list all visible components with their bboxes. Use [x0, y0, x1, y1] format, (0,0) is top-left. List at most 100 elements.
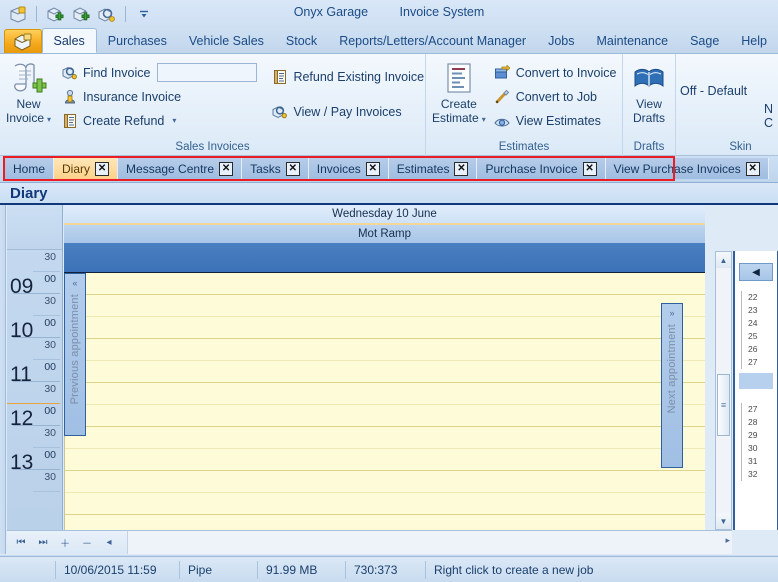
close-icon[interactable]: ✕ — [365, 161, 380, 176]
close-icon[interactable]: ✕ — [454, 161, 469, 176]
time-slot[interactable]: 30 — [7, 294, 62, 316]
insurance-invoice-button[interactable]: Insurance Invoice — [57, 86, 257, 107]
appointment-row[interactable] — [65, 493, 705, 515]
scroll-left-button[interactable]: ◂ — [99, 534, 119, 552]
time-slot[interactable]: 10 00 — [7, 316, 62, 342]
time-slot[interactable]: 30 — [7, 250, 62, 272]
diary-horizontal-scrollbar[interactable]: ▸ — [127, 530, 732, 554]
close-icon[interactable]: ✕ — [219, 161, 234, 176]
week-number[interactable]: 29 — [748, 429, 777, 442]
week-number[interactable]: 30 — [748, 442, 777, 455]
find-invoice-button[interactable]: Find Invoice — [57, 62, 154, 83]
diary-allday-band[interactable] — [64, 243, 705, 273]
last-day-button[interactable]: ⏭ — [33, 534, 53, 552]
ribbon-tab-sales[interactable]: Sales — [41, 28, 97, 53]
previous-appointment-button[interactable]: « Previous appointment — [64, 273, 86, 436]
ribbon-group-estimates: Create Estimate ▾ Convert to Invoice Con… — [425, 54, 622, 156]
diary-resource-header[interactable]: Mot Ramp — [64, 225, 705, 243]
view-pay-invoices-button[interactable]: View / Pay Invoices — [267, 101, 428, 122]
week-panel-selected-row[interactable] — [739, 373, 773, 389]
week-number-group-one: 22 23 24 25 26 27 — [741, 291, 777, 369]
appointment-row[interactable] — [65, 471, 705, 493]
add-day-button[interactable]: ＋ — [55, 534, 75, 552]
document-tab-view-purchase-invoices[interactable]: View Purchase Invoices ✕ — [605, 158, 769, 179]
ribbon-tab-stock[interactable]: Stock — [275, 29, 328, 53]
ribbon-tab-label: Sales — [53, 33, 85, 48]
time-slot[interactable]: 09 00 — [7, 272, 62, 298]
time-slot-current[interactable]: 30 — [7, 382, 62, 404]
refund-existing-invoice-button[interactable]: Refund Existing Invoice — [267, 66, 428, 87]
week-number[interactable]: 28 — [748, 416, 777, 429]
week-number[interactable]: 26 — [748, 343, 777, 356]
appointment-row[interactable] — [65, 449, 705, 471]
current-skin-label[interactable]: Off - Default — [680, 84, 747, 98]
scroll-down-button[interactable]: ▼ — [716, 513, 731, 529]
week-number[interactable]: 22 — [748, 291, 777, 304]
close-icon[interactable]: ✕ — [582, 161, 597, 176]
create-refund-dropdown-caret[interactable]: ▾ — [172, 116, 176, 125]
document-tab-tasks[interactable]: Tasks ✕ — [242, 158, 309, 179]
time-slot[interactable]: 30 — [7, 338, 62, 360]
ribbon-tab-reports-letters-account-manager[interactable]: Reports/Letters/Account Manager — [328, 29, 537, 53]
ribbon-tab-sage[interactable]: Sage — [679, 29, 730, 53]
time-slot[interactable]: 11 00 — [7, 360, 62, 386]
close-icon[interactable]: ✕ — [285, 161, 300, 176]
create-estimate-button[interactable]: Create Estimate ▾ — [432, 58, 486, 127]
ribbon-tab-help[interactable]: Help — [730, 29, 778, 53]
time-slot[interactable]: 12 00 — [7, 404, 62, 430]
appointment-row[interactable] — [65, 427, 705, 449]
new-invoice-dropdown-caret[interactable]: ▾ — [47, 115, 51, 124]
appointment-row[interactable] — [65, 317, 705, 339]
week-number[interactable]: 23 — [748, 304, 777, 317]
week-number[interactable]: 27 — [748, 403, 777, 416]
skin-option-clipped-1[interactable]: N — [764, 102, 773, 116]
week-number[interactable]: 24 — [748, 317, 777, 330]
document-tab-purchase-invoice[interactable]: Purchase Invoice ✕ — [477, 158, 606, 179]
document-tab-invoices[interactable]: Invoices ✕ — [308, 158, 389, 179]
time-slot[interactable]: 30 — [7, 470, 62, 492]
next-appointment-label: Next appointment — [666, 324, 678, 414]
appointment-row[interactable] — [65, 295, 705, 317]
ribbon-tab-maintenance[interactable]: Maintenance — [586, 29, 680, 53]
create-refund-button[interactable]: Create Refund ▾ — [57, 110, 257, 131]
document-tab-diary[interactable]: Diary ✕ — [54, 158, 119, 179]
diary-appointment-area[interactable] — [64, 273, 705, 537]
appointment-row[interactable] — [65, 361, 705, 383]
new-invoice-button[interactable]: New Invoice ▾ — [6, 58, 51, 127]
view-drafts-button[interactable]: View Drafts — [629, 58, 669, 125]
create-estimate-dropdown-caret[interactable]: ▾ — [482, 115, 486, 124]
appointment-row[interactable] — [65, 339, 705, 361]
week-number[interactable]: 31 — [748, 455, 777, 468]
ribbon-tab-vehicle-sales[interactable]: Vehicle Sales — [178, 29, 275, 53]
remove-day-button[interactable]: － — [77, 534, 97, 552]
find-invoice-input[interactable] — [157, 63, 258, 82]
ribbon-tab-purchases[interactable]: Purchases — [97, 29, 178, 53]
scroll-up-button[interactable]: ▲ — [716, 252, 731, 268]
skin-option-clipped-2[interactable]: C — [764, 116, 773, 130]
week-number[interactable]: 25 — [748, 330, 777, 343]
convert-to-invoice-button[interactable]: Convert to Invoice — [490, 62, 621, 83]
close-icon[interactable]: ✕ — [95, 161, 110, 176]
week-panel-prev-button[interactable]: ◀ — [739, 263, 773, 281]
appointment-row[interactable] — [65, 405, 705, 427]
week-number[interactable]: 27 — [748, 356, 777, 369]
close-icon[interactable]: ✕ — [745, 161, 760, 176]
ribbon-tab-jobs[interactable]: Jobs — [537, 29, 585, 53]
appointment-row[interactable] — [65, 273, 705, 295]
vertical-scroll-thumb[interactable]: ≡ — [717, 374, 730, 436]
document-tab-message-centre[interactable]: Message Centre ✕ — [118, 158, 243, 179]
document-tab-estimates[interactable]: Estimates ✕ — [388, 158, 478, 179]
convert-to-job-button[interactable]: Convert to Job — [490, 86, 621, 107]
week-number[interactable]: 32 — [748, 468, 777, 481]
diary-vertical-scrollbar[interactable]: ▲ ≡ ▼ — [715, 251, 732, 530]
first-day-button[interactable]: ⏮ — [11, 534, 31, 552]
appointment-row[interactable] — [65, 383, 705, 405]
document-tab-home[interactable]: Home — [5, 158, 55, 179]
view-estimates-button[interactable]: View Estimates — [490, 110, 621, 131]
time-slot[interactable]: 30 — [7, 426, 62, 448]
scroll-right-button[interactable]: ▸ — [725, 535, 730, 546]
next-appointment-button[interactable]: » Next appointment — [661, 303, 683, 468]
diary-date-header[interactable]: Wednesday 10 June — [64, 205, 705, 225]
time-slot[interactable]: 13 00 — [7, 448, 62, 474]
office-button[interactable] — [4, 29, 42, 53]
